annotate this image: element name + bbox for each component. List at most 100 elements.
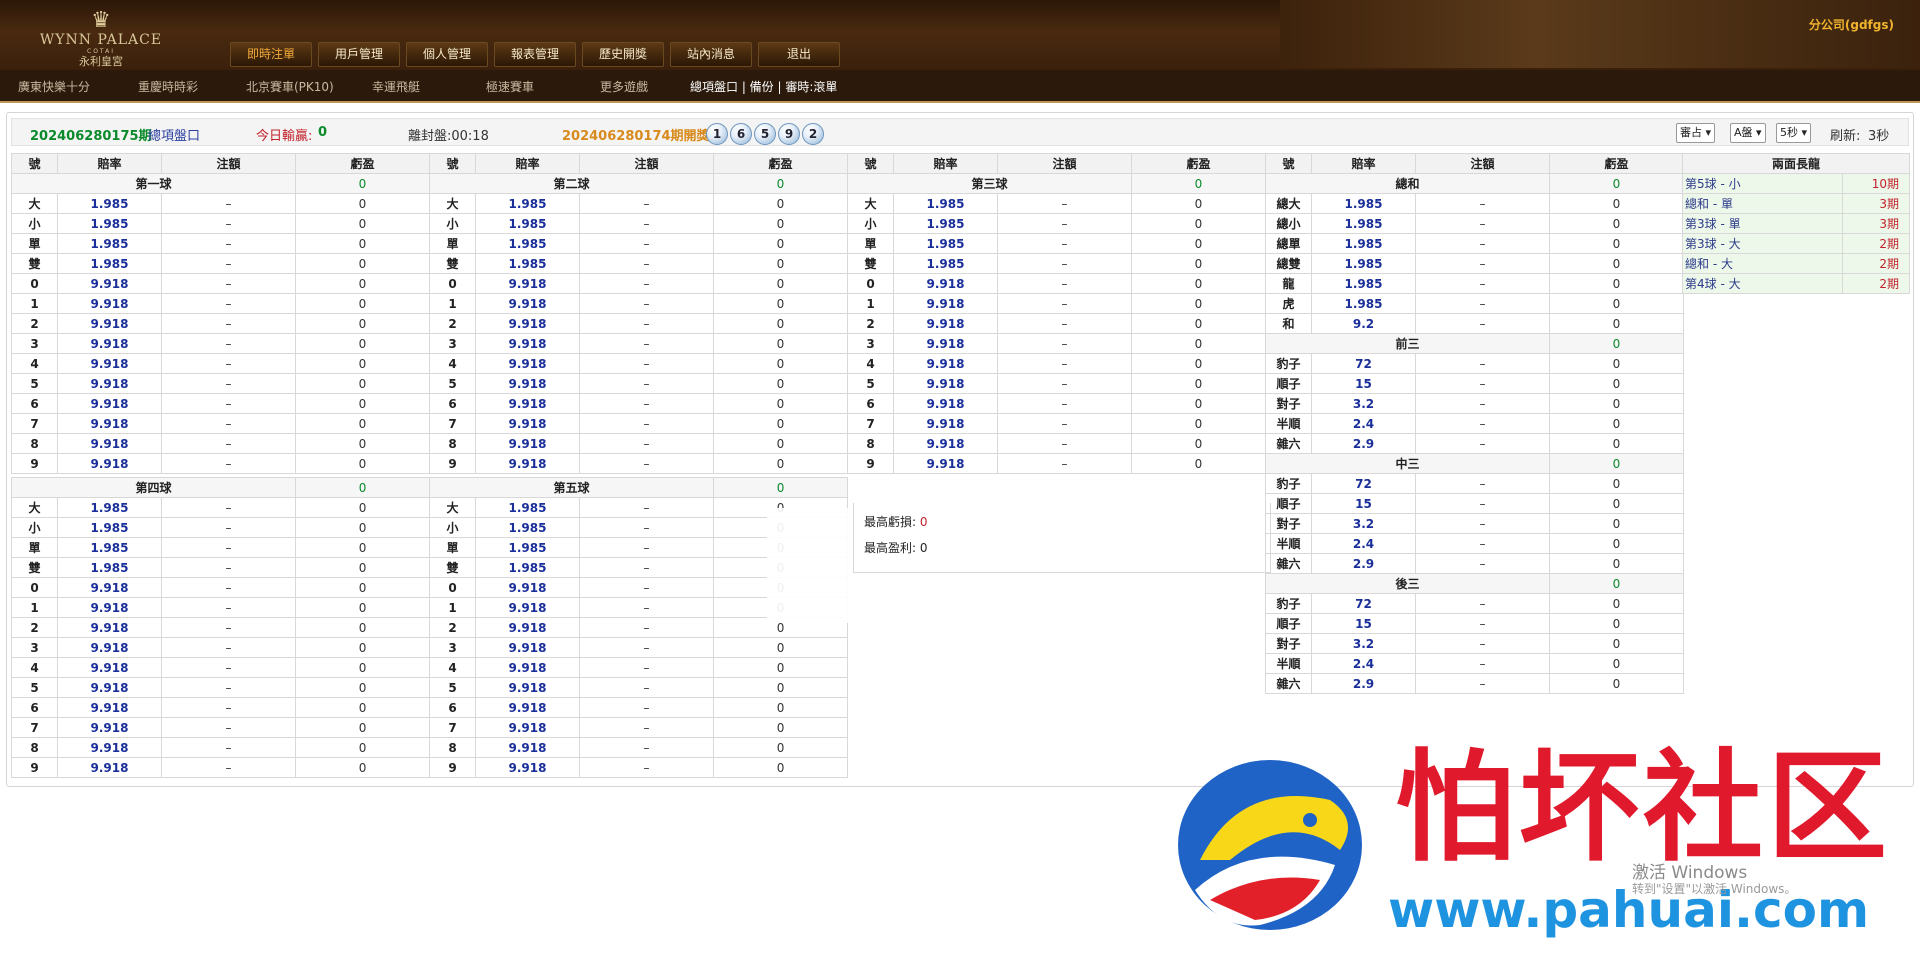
nav-button-5[interactable]: 站內消息 [670, 42, 752, 67]
odds-value[interactable]: 9.918 [57, 697, 162, 718]
odds-value[interactable]: 1.985 [1311, 293, 1416, 314]
odds-value[interactable]: 9.918 [57, 597, 162, 618]
odds-value[interactable]: 9.918 [57, 757, 162, 778]
odds-value[interactable]: 9.2 [1311, 313, 1416, 334]
nav-button-2[interactable]: 個人管理 [406, 42, 488, 67]
odds-value[interactable]: 2.4 [1311, 533, 1416, 554]
odds-value[interactable]: 9.918 [475, 637, 580, 658]
odds-value[interactable]: 9.918 [475, 577, 580, 598]
odds-value[interactable]: 9.918 [893, 273, 998, 294]
odds-value[interactable]: 1.985 [1311, 213, 1416, 234]
odds-value[interactable]: 3.2 [1311, 393, 1416, 414]
odds-value[interactable]: 9.918 [57, 293, 162, 314]
odds-value[interactable]: 15 [1311, 613, 1416, 634]
nav-button-6[interactable]: 退出 [758, 42, 840, 67]
odds-value[interactable]: 72 [1311, 593, 1416, 614]
odds-value[interactable]: 9.918 [475, 453, 580, 474]
odds-value[interactable]: 9.918 [57, 717, 162, 738]
odds-value[interactable]: 1.985 [57, 537, 162, 558]
odds-value[interactable]: 1.985 [475, 193, 580, 214]
game-link-jssc[interactable]: 極速賽車 [486, 78, 534, 95]
odds-value[interactable]: 2.4 [1311, 413, 1416, 434]
odds-value[interactable]: 9.918 [475, 717, 580, 738]
odds-value[interactable]: 72 [1311, 473, 1416, 494]
odds-value[interactable]: 9.918 [893, 293, 998, 314]
odds-value[interactable]: 2.9 [1311, 553, 1416, 574]
game-link-cq[interactable]: 重慶時時彩 [138, 78, 198, 95]
odds-value[interactable]: 1.985 [475, 557, 580, 578]
odds-value[interactable]: 1.985 [1311, 193, 1416, 214]
odds-value[interactable]: 9.918 [57, 313, 162, 334]
odds-value[interactable]: 1.985 [1311, 273, 1416, 294]
odds-value[interactable]: 9.918 [57, 637, 162, 658]
odds-value[interactable]: 1.985 [57, 557, 162, 578]
odds-value[interactable]: 1.985 [57, 253, 162, 274]
odds-value[interactable]: 1.985 [475, 537, 580, 558]
odds-value[interactable]: 9.918 [475, 757, 580, 778]
odds-value[interactable]: 1.985 [1311, 253, 1416, 274]
odds-value[interactable]: 9.918 [893, 313, 998, 334]
odds-value[interactable]: 9.918 [57, 433, 162, 454]
odds-value[interactable]: 2.4 [1311, 653, 1416, 674]
interval-select[interactable]: 5秒 ▾ [1776, 123, 1812, 143]
odds-value[interactable]: 9.918 [57, 453, 162, 474]
odds-value[interactable]: 1.985 [475, 253, 580, 274]
odds-value[interactable]: 9.918 [475, 393, 580, 414]
odds-value[interactable]: 9.918 [57, 677, 162, 698]
odds-value[interactable]: 9.918 [57, 737, 162, 758]
game-link-pk10[interactable]: 北京賽車(PK10) [246, 78, 334, 95]
odds-value[interactable]: 1.985 [1311, 233, 1416, 254]
odds-value[interactable]: 9.918 [475, 737, 580, 758]
odds-value[interactable]: 72 [1311, 353, 1416, 374]
odds-value[interactable]: 9.918 [475, 293, 580, 314]
odds-value[interactable]: 15 [1311, 493, 1416, 514]
odds-value[interactable]: 9.918 [475, 697, 580, 718]
odds-value[interactable]: 9.918 [893, 393, 998, 414]
nav-button-3[interactable]: 報表管理 [494, 42, 576, 67]
odds-value[interactable]: 9.918 [475, 353, 580, 374]
odds-value[interactable]: 9.918 [57, 373, 162, 394]
odds-value[interactable]: 9.918 [893, 353, 998, 374]
odds-value[interactable]: 1.985 [893, 253, 998, 274]
odds-value[interactable]: 9.918 [475, 333, 580, 354]
odds-value[interactable]: 1.985 [893, 233, 998, 254]
odds-value[interactable]: 1.985 [475, 233, 580, 254]
odds-value[interactable]: 1.985 [893, 213, 998, 234]
odds-value[interactable]: 9.918 [57, 657, 162, 678]
odds-value[interactable]: 3.2 [1311, 633, 1416, 654]
nav-button-0[interactable]: 即時注單 [230, 42, 312, 67]
odds-value[interactable]: 9.918 [893, 453, 998, 474]
nav-button-4[interactable]: 歷史開獎 [582, 42, 664, 67]
nav-button-1[interactable]: 用戶管理 [318, 42, 400, 67]
odds-value[interactable]: 1.985 [57, 233, 162, 254]
odds-value[interactable]: 9.918 [893, 433, 998, 454]
game-link-xyft[interactable]: 幸運飛艇 [372, 78, 420, 95]
market-links[interactable]: 總項盤口 | 備份 | 審時:滾單 [690, 78, 837, 95]
odds-value[interactable]: 1.985 [893, 193, 998, 214]
game-link-more[interactable]: 更多遊戲 [600, 78, 648, 95]
odds-value[interactable]: 1.985 [475, 497, 580, 518]
odds-value[interactable]: 9.918 [57, 577, 162, 598]
odds-value[interactable]: 9.918 [475, 413, 580, 434]
odds-value[interactable]: 9.918 [475, 617, 580, 638]
odds-value[interactable]: 9.918 [893, 373, 998, 394]
game-link-gd[interactable]: 廣東快樂十分 [18, 78, 90, 95]
odds-value[interactable]: 2.9 [1311, 673, 1416, 694]
odds-value[interactable]: 9.918 [475, 373, 580, 394]
company-account[interactable]: 分公司(gdfgs) [1809, 16, 1894, 33]
odds-value[interactable]: 9.918 [57, 353, 162, 374]
odds-value[interactable]: 3.2 [1311, 513, 1416, 534]
odds-value[interactable]: 9.918 [475, 273, 580, 294]
odds-value[interactable]: 9.918 [475, 313, 580, 334]
odds-value[interactable]: 9.918 [475, 657, 580, 678]
odds-value[interactable]: 9.918 [893, 333, 998, 354]
odds-value[interactable]: 9.918 [475, 433, 580, 454]
odds-value[interactable]: 9.918 [57, 393, 162, 414]
odds-value[interactable]: 9.918 [893, 413, 998, 434]
odds-value[interactable]: 1.985 [57, 497, 162, 518]
odds-value[interactable]: 15 [1311, 373, 1416, 394]
plate-select[interactable]: A盤 ▾ [1730, 123, 1766, 143]
odds-value[interactable]: 9.918 [475, 677, 580, 698]
odds-value[interactable]: 2.9 [1311, 433, 1416, 454]
odds-value[interactable]: 1.985 [57, 193, 162, 214]
